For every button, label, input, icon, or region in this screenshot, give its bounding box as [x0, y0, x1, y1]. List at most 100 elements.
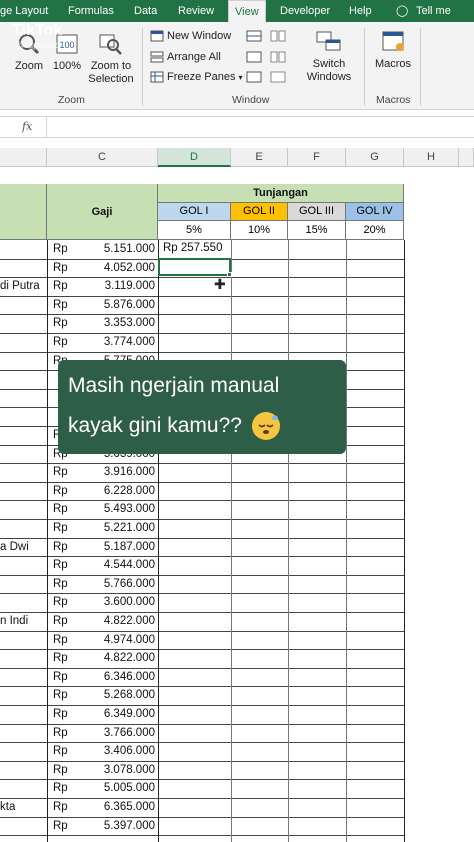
salary-value[interactable]: 6.346.000 [50, 671, 155, 683]
salary-value[interactable]: 6.365.000 [50, 801, 155, 813]
tab-formulas[interactable]: Formulas [68, 0, 114, 22]
salary-value[interactable]: 4.822.000 [50, 652, 155, 664]
macros-label: Macros [374, 58, 412, 70]
row-border [0, 742, 404, 744]
grid-line [346, 240, 347, 842]
view-side-by-side-icon[interactable] [270, 30, 286, 42]
row-border [0, 277, 404, 279]
row-border [0, 314, 404, 316]
column-header-b[interactable] [0, 148, 47, 167]
gol-2-header[interactable]: GOL II [231, 203, 288, 221]
group-separator [420, 28, 421, 106]
zoom-to-selection-label: Zoom to Selection [88, 60, 134, 85]
employee-name[interactable]: kta [0, 801, 15, 813]
switch-windows-button[interactable]: Switch Windows [300, 30, 358, 84]
caption-line-2: kayak gini kamu?? [68, 414, 242, 437]
tab-developer[interactable]: Developer [280, 0, 330, 22]
new-window-button[interactable]: New Window [150, 30, 231, 42]
column-header-i[interactable] [459, 148, 474, 167]
tab-page-layout[interactable]: ge Layout [0, 0, 48, 22]
salary-value[interactable]: 5.397.000 [50, 820, 155, 832]
salary-value[interactable]: 4.974.000 [50, 634, 155, 646]
grid-line [231, 240, 232, 842]
row-border [0, 760, 404, 762]
column-header-d[interactable]: D [158, 148, 231, 167]
tab-view[interactable]: View [228, 0, 266, 22]
gaji-header[interactable]: Gaji [47, 184, 158, 240]
zoom-selection-icon [99, 34, 122, 55]
grid-line [404, 240, 405, 842]
tab-review[interactable]: Review [178, 0, 214, 22]
salary-value[interactable]: 4.822.000 [50, 615, 155, 627]
salary-value[interactable]: 6.228.000 [50, 485, 155, 497]
grid-line [158, 240, 159, 842]
salary-value[interactable]: 4.544.000 [50, 559, 155, 571]
salary-value[interactable]: 3.774.000 [50, 336, 155, 348]
arrange-all-label: Arrange All [167, 51, 221, 63]
salary-value[interactable]: 6.349.000 [50, 708, 155, 720]
salary-value[interactable]: 3.406.000 [50, 745, 155, 757]
salary-value[interactable]: 4.052.000 [50, 262, 155, 274]
new-window-icon [150, 30, 164, 42]
formula-input[interactable] [46, 117, 474, 137]
column-header-h[interactable]: H [404, 148, 459, 167]
unhide-icon[interactable] [246, 71, 262, 83]
employee-name[interactable]: a Dwi [0, 541, 29, 553]
arrange-all-button[interactable]: Arrange All [150, 51, 221, 63]
employee-name[interactable]: di Putra [0, 280, 40, 292]
salary-value[interactable]: 3.078.000 [50, 764, 155, 776]
lightbulb-icon[interactable]: ◯ [396, 0, 408, 22]
column-header-e[interactable]: E [231, 148, 288, 167]
hide-icon[interactable] [246, 51, 262, 63]
column-header-f[interactable]: F [288, 148, 346, 167]
row-border [0, 612, 404, 613]
function-icon[interactable]: fx [22, 120, 32, 133]
macros-button[interactable]: Macros [372, 30, 414, 71]
freeze-panes-button[interactable]: Freeze Panes ▾ [150, 71, 243, 83]
column-header-c[interactable]: C [47, 148, 158, 167]
salary-value[interactable]: 5.268.000 [50, 689, 155, 701]
active-cell-d3[interactable] [158, 258, 231, 276]
salary-value[interactable]: 3.916.000 [50, 466, 155, 478]
chevron-down-icon: ▾ [238, 72, 243, 82]
reset-window-position-icon[interactable] [270, 71, 286, 83]
split-icon[interactable] [246, 30, 262, 42]
gol-3-header[interactable]: GOL III [288, 203, 346, 221]
tunjangan-header[interactable]: Tunjangan [158, 184, 404, 203]
fill-handle[interactable] [227, 272, 232, 277]
row-border [0, 667, 404, 669]
salary-value[interactable]: 5.876.000 [50, 299, 155, 311]
column-header-g[interactable]: G [346, 148, 404, 167]
hundred-label: 100% [52, 60, 82, 72]
salary-value[interactable]: 5.493.000 [50, 503, 155, 515]
synchronous-scrolling-icon[interactable] [270, 51, 286, 63]
gol-2-percent[interactable]: 10% [231, 221, 288, 240]
name-header-cell[interactable] [0, 184, 47, 240]
salary-value[interactable]: 3.766.000 [50, 727, 155, 739]
salary-value[interactable]: 5.005.000 [50, 782, 155, 794]
tab-help[interactable]: Help [349, 0, 372, 22]
salary-value[interactable]: 5.151.000 [50, 243, 155, 255]
salary-value[interactable]: 5.221.000 [50, 522, 155, 534]
new-window-label: New Window [167, 30, 232, 42]
gol-1-header[interactable]: GOL I [158, 203, 231, 221]
salary-value[interactable]: 3.353.000 [50, 317, 155, 329]
gol-1-percent[interactable]: 5% [158, 221, 231, 240]
d2-value[interactable]: Rp 257.550 [163, 242, 222, 254]
row-border [0, 519, 404, 520]
tab-tell-me[interactable]: Tell me [416, 0, 451, 22]
window-group-label: Window [232, 94, 270, 106]
formula-bar: fx [0, 116, 474, 138]
employee-name[interactable]: n Indi [0, 615, 28, 627]
gol-4-percent[interactable]: 20% [346, 221, 404, 240]
salary-value[interactable]: 3.600.000 [50, 596, 155, 608]
row-border [0, 630, 404, 632]
salary-value[interactable]: 5.766.000 [50, 578, 155, 590]
salary-value[interactable]: 5.187.000 [50, 541, 155, 553]
gol-3-percent[interactable]: 15% [288, 221, 346, 240]
tab-data[interactable]: Data [134, 0, 157, 22]
gol-4-header[interactable]: GOL IV [346, 203, 404, 221]
salary-value[interactable]: 3.119.000 [50, 280, 155, 292]
row-border [0, 500, 404, 502]
zoom-to-selection-button[interactable]: Zoom to Selection [86, 32, 136, 86]
